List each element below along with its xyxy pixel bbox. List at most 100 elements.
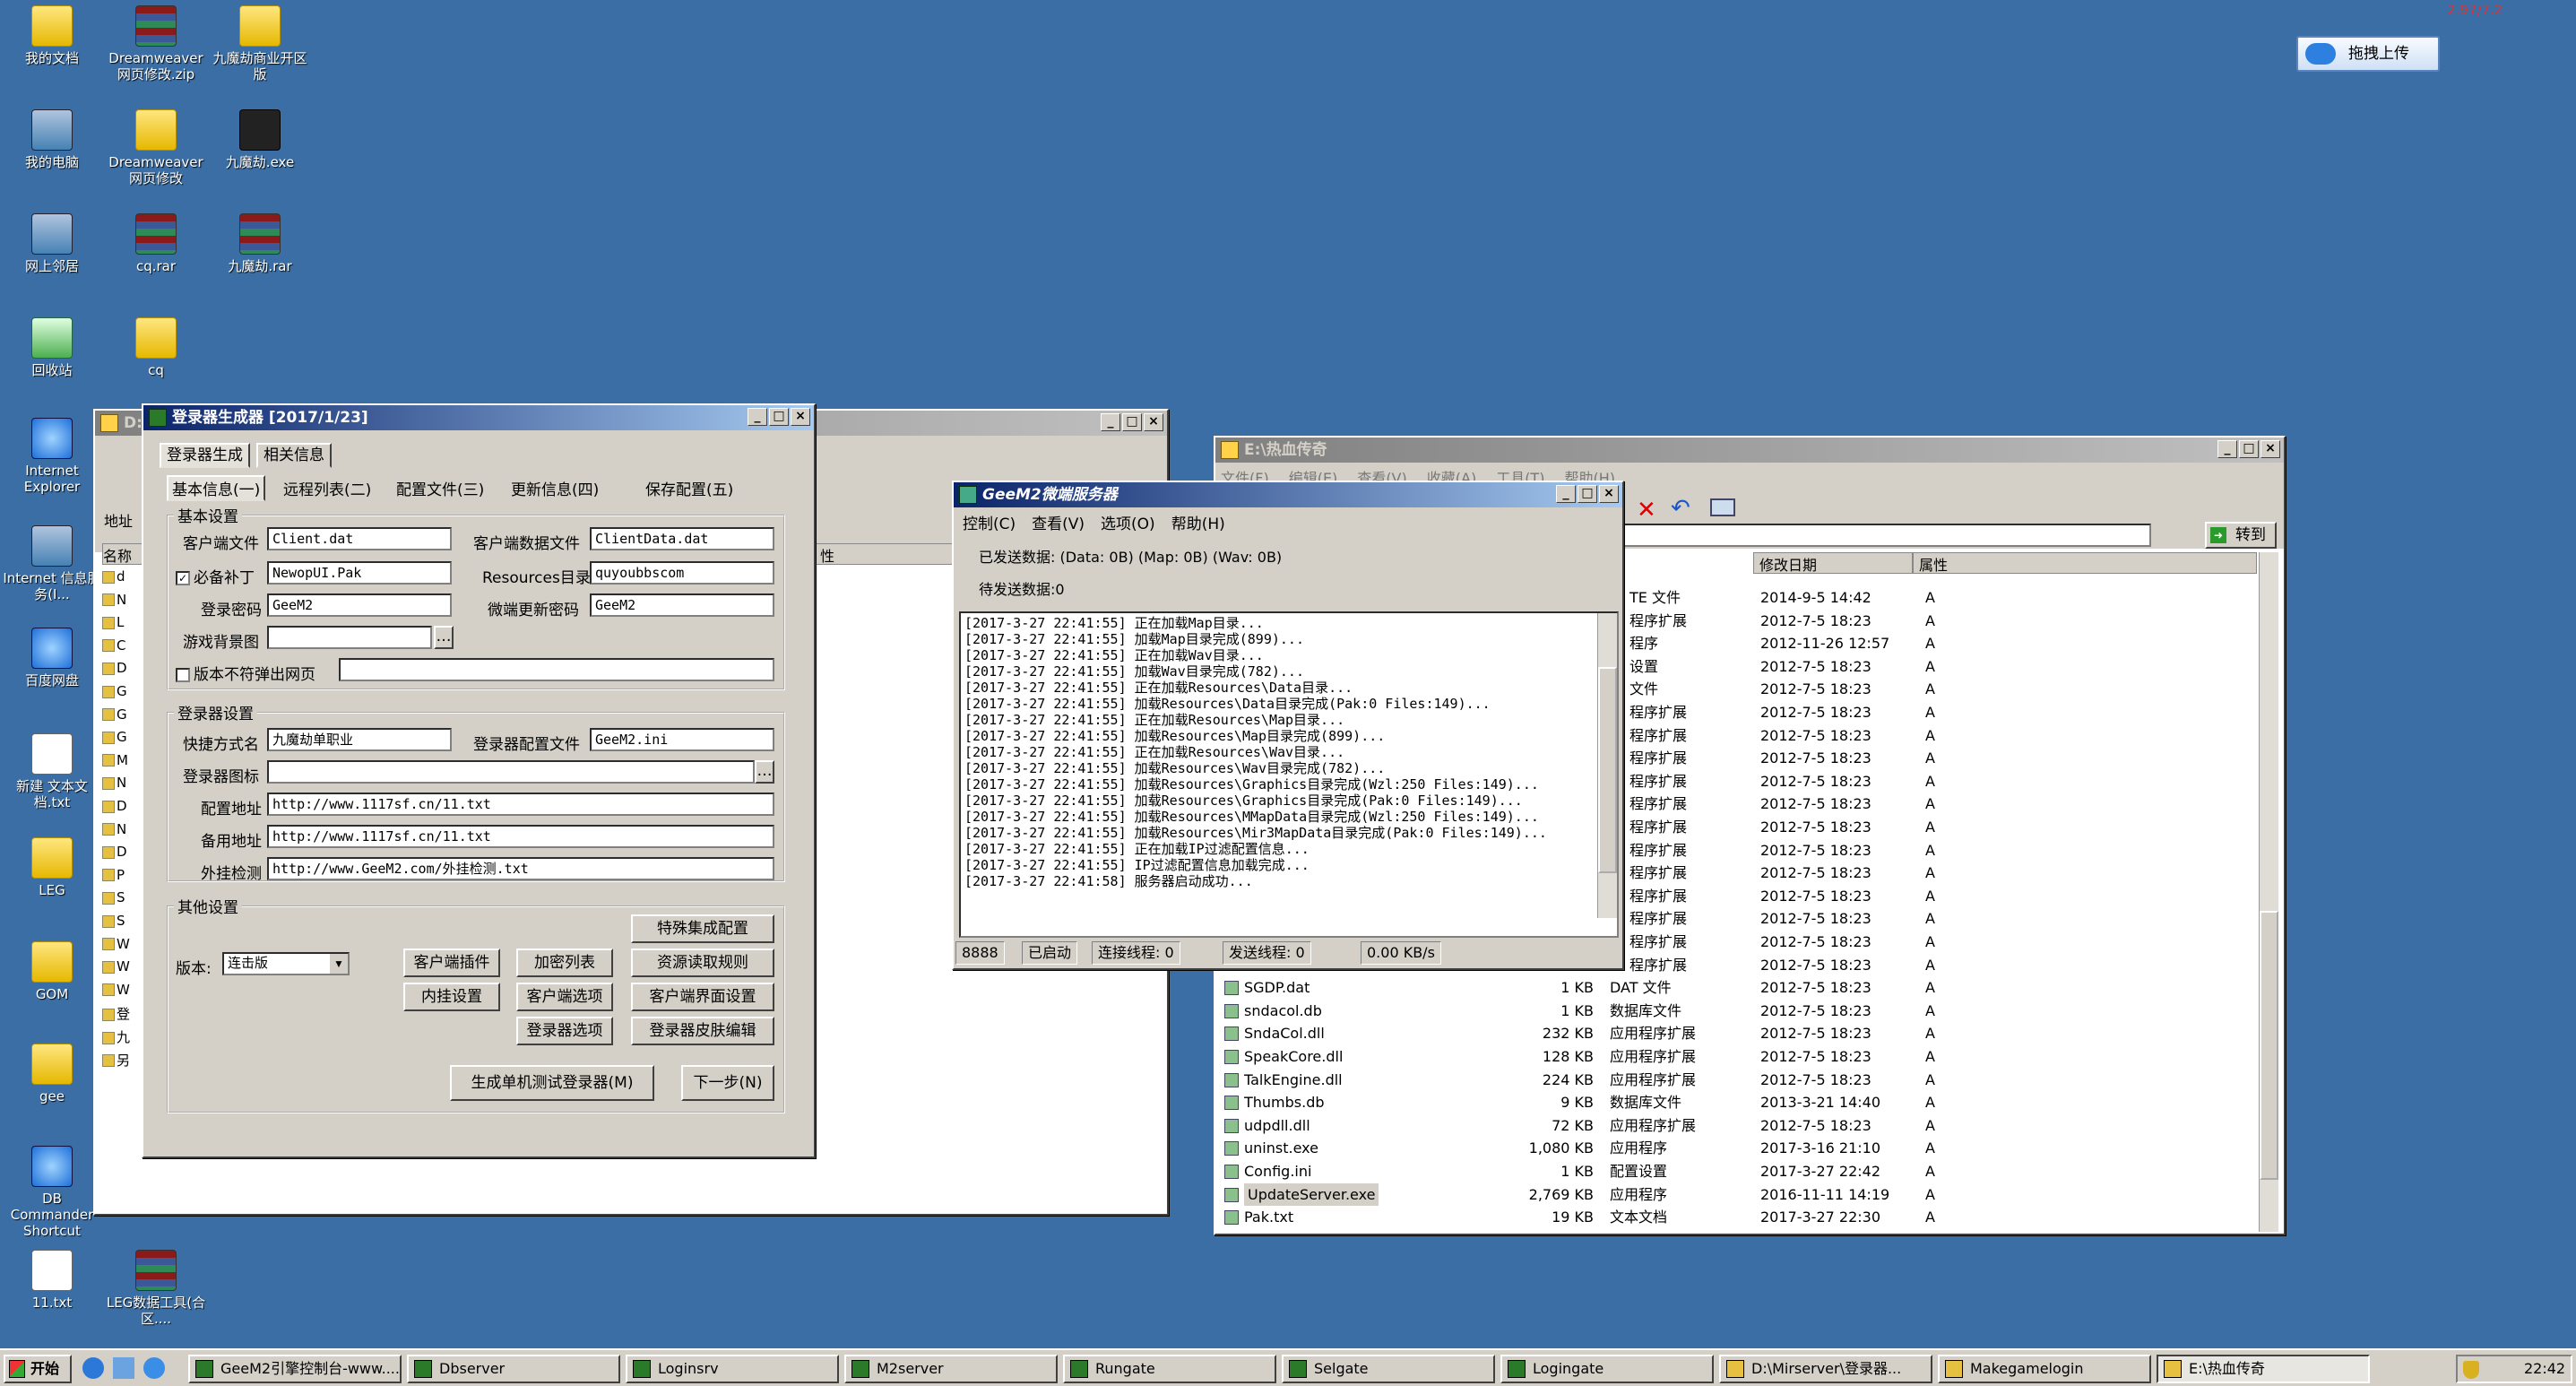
- explorer-e-titlebar[interactable]: E:\热血传奇 _ □ ×: [1215, 437, 2284, 463]
- taskbar-item[interactable]: E:\热血传奇: [2157, 1355, 2370, 1383]
- taskbar-item[interactable]: Dbserver: [407, 1355, 620, 1383]
- login-generator-titlebar[interactable]: 登录器生成器 [2017/1/23] _ □ ×: [143, 405, 814, 430]
- list-item[interactable]: S: [102, 889, 138, 911]
- list-item[interactable]: D: [102, 798, 138, 819]
- upload-button[interactable]: 拖拽上传: [2296, 36, 2440, 72]
- backup-url-input[interactable]: http://www.1117sf.cn/11.txt: [267, 825, 774, 848]
- attr-column-header[interactable]: 属性: [1913, 552, 2257, 574]
- menu-item[interactable]: 查看(V): [1032, 511, 1085, 533]
- hang-settings-button[interactable]: 内挂设置: [403, 983, 500, 1011]
- client-data-input[interactable]: ClientData.dat: [590, 527, 774, 550]
- list-item[interactable]: N: [102, 821, 138, 843]
- minimize-button[interactable]: _: [748, 408, 767, 426]
- client-plugin-button[interactable]: 客户端插件: [403, 949, 500, 977]
- desktop-icon[interactable]: 九魔劫.exe: [208, 109, 312, 170]
- maximize-button[interactable]: □: [1122, 413, 1142, 431]
- shield-icon[interactable]: [2463, 1361, 2479, 1379]
- list-item[interactable]: L: [102, 614, 138, 636]
- browse-icon-button[interactable]: …: [755, 760, 774, 784]
- maximize-button[interactable]: □: [2239, 440, 2259, 458]
- desktop-icon[interactable]: Internet 信息服务(I...: [0, 525, 104, 602]
- desktop-icon[interactable]: 新建 文本文档.txt: [0, 733, 104, 810]
- desktop-icon[interactable]: LEG: [0, 837, 104, 898]
- log-scrollbar[interactable]: [1597, 613, 1617, 918]
- icon-input[interactable]: [267, 760, 755, 784]
- next-step-button[interactable]: 下一步(N): [681, 1065, 774, 1101]
- table-row[interactable]: sndacol.db 1 KB 数据库文件 2012-7-5 18:23 A: [1224, 1000, 2264, 1023]
- special-config-button[interactable]: 特殊集成配置: [631, 914, 774, 943]
- patch-checkbox[interactable]: ✓ 必备补丁: [176, 565, 255, 587]
- attr-column-header[interactable]: 性: [812, 543, 973, 565]
- taskbar-item[interactable]: Logingate: [1500, 1355, 1714, 1383]
- tab-related-info[interactable]: 相关信息: [256, 443, 332, 468]
- list-item[interactable]: G: [102, 729, 138, 750]
- launcher-skin-button[interactable]: 登录器皮肤编辑: [631, 1017, 774, 1045]
- desktop-icon[interactable]: 九魔劫商业开区版: [208, 5, 312, 82]
- list-item[interactable]: G: [102, 683, 138, 705]
- list-item[interactable]: 登: [102, 1004, 138, 1026]
- subtab-update-info[interactable]: 更新信息(四): [511, 477, 599, 499]
- menu-item[interactable]: 帮助(H): [1171, 511, 1225, 533]
- desktop-icon[interactable]: 网上邻居: [0, 213, 104, 274]
- patch-input[interactable]: NewopUI.Pak: [267, 561, 452, 585]
- table-row[interactable]: SndaCol.dll 232 KB 应用程序扩展 2012-7-5 18:23 A: [1224, 1022, 2264, 1045]
- close-button[interactable]: ×: [2260, 440, 2280, 458]
- address-input[interactable]: [1622, 524, 2151, 547]
- taskbar-item[interactable]: Rungate: [1063, 1355, 1276, 1383]
- list-item[interactable]: 九: [102, 1027, 138, 1049]
- minimize-button[interactable]: _: [2217, 440, 2237, 458]
- desktop-icon[interactable]: 我的电脑: [0, 109, 104, 170]
- table-row[interactable]: SpeakCore.dll 128 KB 应用程序扩展 2012-7-5 18:23 A: [1224, 1045, 2264, 1069]
- desktop-quick-icon[interactable]: [113, 1357, 134, 1379]
- geem2-titlebar[interactable]: GeeM2微端服务器 _ □ ×: [954, 482, 1622, 507]
- client-options-button[interactable]: 客户端选项: [516, 983, 613, 1011]
- config-file-input[interactable]: GeeM2.ini: [590, 728, 774, 751]
- login-pwd-input[interactable]: GeeM2: [267, 593, 452, 617]
- taskbar-item[interactable]: GeeM2引擎控制台-www....: [188, 1355, 402, 1383]
- list-item[interactable]: P: [102, 867, 138, 888]
- encrypt-list-button[interactable]: 加密列表: [516, 949, 613, 977]
- generate-test-launcher-button[interactable]: 生成单机测试登录器(M): [450, 1065, 654, 1101]
- views-icon[interactable]: [1710, 498, 1735, 516]
- table-row[interactable]: Config.ini 1 KB 配置设置 2017-3-27 22:42 A: [1224, 1160, 2264, 1183]
- table-row[interactable]: udpdll.dll 72 KB 应用程序扩展 2012-7-5 18:23 A: [1224, 1114, 2264, 1138]
- desktop-icon[interactable]: Internet Explorer: [0, 418, 104, 495]
- desktop-icon[interactable]: cq: [104, 317, 208, 378]
- dropdown-arrow-icon[interactable]: ▼: [330, 954, 348, 974]
- list-item[interactable]: S: [102, 913, 138, 934]
- resources-input[interactable]: quyoubbscom: [590, 561, 774, 585]
- list-item[interactable]: D: [102, 660, 138, 681]
- list-item[interactable]: W: [102, 982, 138, 1003]
- list-item[interactable]: D: [102, 844, 138, 865]
- geem2-server-window[interactable]: GeeM2微端服务器 _ □ × 控制(C) 查看(V) 选项(O) 帮助(H) 已发送数…: [952, 481, 1624, 970]
- log-textarea[interactable]: [2017-3-27 22:41:55] 正在加载Map目录... [2017-3…: [959, 611, 1619, 938]
- close-button[interactable]: ×: [1144, 413, 1163, 431]
- taskbar-item[interactable]: D:\Mirserver\登录器...: [1719, 1355, 1932, 1383]
- table-row[interactable]: UpdateServer.exe 2,769 KB 应用程序 2016-11-11 1…: [1224, 1182, 2264, 1207]
- tab-login-gen[interactable]: 登录器生成: [160, 443, 250, 468]
- subtab-remote-list[interactable]: 远程列表(二): [283, 477, 371, 499]
- maximize-button[interactable]: □: [769, 408, 789, 426]
- client-ui-button[interactable]: 客户端界面设置: [631, 983, 774, 1011]
- list-item[interactable]: C: [102, 637, 138, 659]
- popup-input[interactable]: [339, 658, 774, 681]
- desktop-icon[interactable]: DB Commander Shortcut: [0, 1146, 104, 1239]
- close-button[interactable]: ×: [791, 408, 810, 426]
- table-row[interactable]: SGDP.dat 1 KB DAT 文件 2012-7-5 18:23 A: [1224, 976, 2264, 1000]
- list-item[interactable]: G: [102, 706, 138, 728]
- undo-icon[interactable]: ↶: [1671, 495, 1690, 522]
- list-item[interactable]: N: [102, 775, 138, 796]
- launcher-options-button[interactable]: 登录器选项: [516, 1017, 613, 1045]
- desktop-icon[interactable]: Dreamweaver 网页修改.zip: [104, 5, 208, 82]
- popup-checkbox[interactable]: 版本不符弹出网页: [176, 662, 316, 684]
- login-generator-window[interactable]: 登录器生成器 [2017/1/23] _ □ × 登录器生成 相关信息 基本信息(一…: [142, 403, 816, 1158]
- desktop-icon[interactable]: GOM: [0, 941, 104, 1002]
- shortcut-input[interactable]: 九魔劫单职业: [267, 728, 452, 751]
- taskbar-item[interactable]: Selgate: [1282, 1355, 1495, 1383]
- table-row[interactable]: TalkEngine.dll 224 KB 应用程序扩展 2012-7-5 18:23…: [1224, 1069, 2264, 1092]
- menu-item[interactable]: 控制(C): [963, 511, 1016, 533]
- table-row[interactable]: Pak.txt 19 KB 文本文档 2017-3-27 22:30 A: [1224, 1206, 2264, 1229]
- taskbar-item[interactable]: Makegamelogin: [1938, 1355, 2151, 1383]
- list-item[interactable]: N: [102, 592, 138, 613]
- list-item[interactable]: W: [102, 958, 138, 980]
